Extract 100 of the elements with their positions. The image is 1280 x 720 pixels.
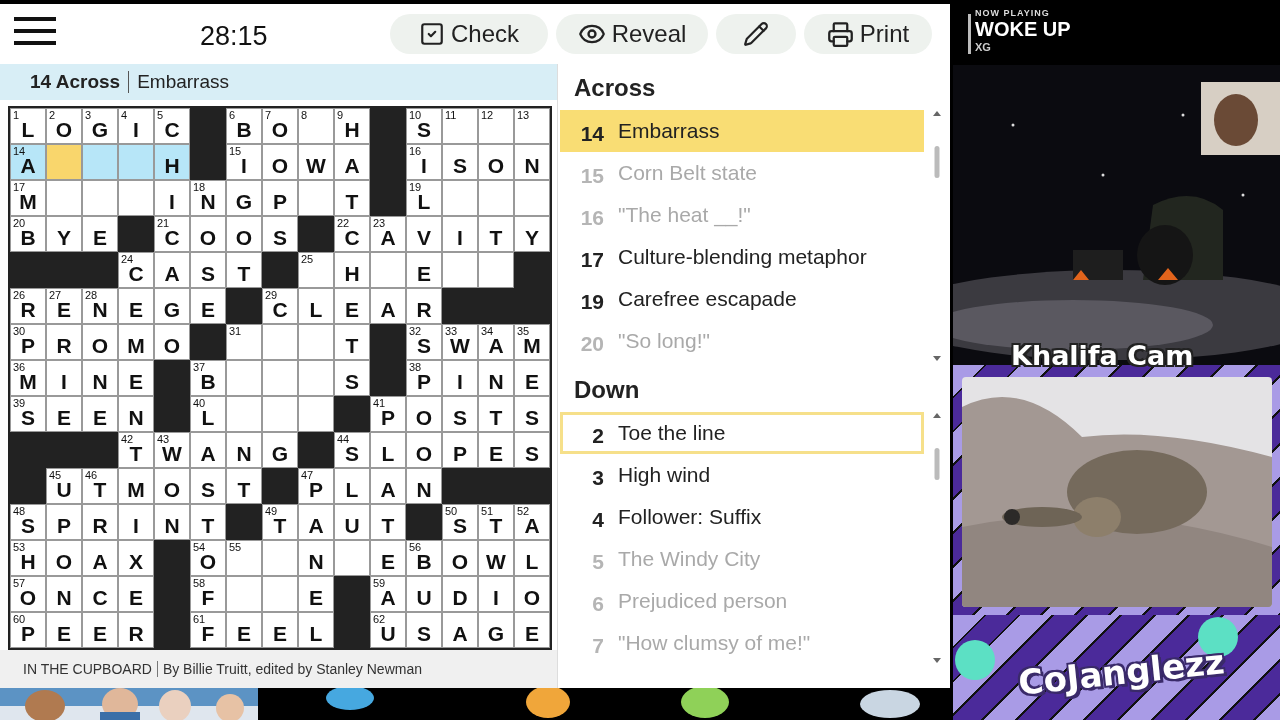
grid-square[interactable]: 41 P bbox=[370, 396, 406, 432]
grid-square[interactable]: O bbox=[82, 324, 118, 360]
menu-icon[interactable] bbox=[14, 17, 56, 45]
grid-square[interactable]: L bbox=[298, 612, 334, 648]
grid-square[interactable]: N bbox=[298, 540, 334, 576]
grid-square[interactable]: 17 M bbox=[10, 180, 46, 216]
grid-square[interactable]: 33 W bbox=[442, 324, 478, 360]
grid-square[interactable] bbox=[46, 180, 82, 216]
grid-square[interactable]: H bbox=[154, 144, 190, 180]
pencil-button[interactable] bbox=[716, 14, 796, 54]
grid-square[interactable]: 50 S bbox=[442, 504, 478, 540]
grid-square[interactable]: 9 H bbox=[334, 108, 370, 144]
grid-square[interactable]: N bbox=[118, 396, 154, 432]
grid-square[interactable]: I bbox=[442, 216, 478, 252]
grid-square[interactable]: O bbox=[478, 144, 514, 180]
grid-square[interactable]: R bbox=[118, 612, 154, 648]
grid-square[interactable] bbox=[226, 576, 262, 612]
grid-square[interactable] bbox=[118, 144, 154, 180]
grid-square[interactable]: D bbox=[442, 576, 478, 612]
grid-square[interactable]: 35 M bbox=[514, 324, 550, 360]
grid-square[interactable]: T bbox=[478, 216, 514, 252]
grid-square[interactable]: O bbox=[154, 324, 190, 360]
clue-item[interactable]: 14 Embarrass bbox=[560, 110, 924, 152]
grid-square[interactable]: R bbox=[406, 288, 442, 324]
grid-square[interactable]: 8 bbox=[298, 108, 334, 144]
grid-square[interactable]: 40 L bbox=[190, 396, 226, 432]
grid-square[interactable]: L bbox=[334, 468, 370, 504]
grid-square[interactable] bbox=[226, 396, 262, 432]
grid-square[interactable]: 56 B bbox=[406, 540, 442, 576]
grid-square[interactable]: 24 C bbox=[118, 252, 154, 288]
grid-square[interactable]: N bbox=[154, 504, 190, 540]
grid-square[interactable]: G bbox=[226, 180, 262, 216]
grid-square[interactable]: 3 G bbox=[82, 108, 118, 144]
grid-square[interactable]: O bbox=[190, 216, 226, 252]
grid-square[interactable]: E bbox=[370, 540, 406, 576]
grid-square[interactable]: I bbox=[46, 360, 82, 396]
grid-square[interactable]: 5 C bbox=[154, 108, 190, 144]
grid-square[interactable]: O bbox=[46, 540, 82, 576]
grid-square[interactable]: G bbox=[154, 288, 190, 324]
grid-square[interactable]: R bbox=[46, 324, 82, 360]
grid-square[interactable]: 6 B bbox=[226, 108, 262, 144]
grid-square[interactable]: E bbox=[514, 360, 550, 396]
grid-square[interactable]: S bbox=[514, 396, 550, 432]
grid-square[interactable] bbox=[298, 180, 334, 216]
grid-square[interactable]: M bbox=[118, 324, 154, 360]
grid-square[interactable]: H bbox=[334, 252, 370, 288]
grid-square[interactable] bbox=[334, 540, 370, 576]
grid-square[interactable]: U bbox=[334, 504, 370, 540]
grid-square[interactable]: A bbox=[370, 468, 406, 504]
grid-square[interactable]: 48 S bbox=[10, 504, 46, 540]
grid-square[interactable]: 16 I bbox=[406, 144, 442, 180]
grid-square[interactable]: Y bbox=[46, 216, 82, 252]
grid-square[interactable]: 30 P bbox=[10, 324, 46, 360]
grid-square[interactable]: P bbox=[262, 180, 298, 216]
grid-square[interactable]: S bbox=[442, 396, 478, 432]
grid-square[interactable]: I bbox=[118, 504, 154, 540]
grid-square[interactable]: 12 bbox=[478, 108, 514, 144]
grid-square[interactable] bbox=[478, 252, 514, 288]
grid-square[interactable]: A bbox=[82, 540, 118, 576]
grid-square[interactable]: 49 T bbox=[262, 504, 298, 540]
grid-square[interactable] bbox=[82, 144, 118, 180]
grid-square[interactable]: S bbox=[406, 612, 442, 648]
grid-square[interactable] bbox=[298, 324, 334, 360]
grid-square[interactable] bbox=[298, 396, 334, 432]
grid-square[interactable]: O bbox=[442, 540, 478, 576]
grid-square[interactable]: E bbox=[82, 216, 118, 252]
grid-square[interactable]: 60 P bbox=[10, 612, 46, 648]
grid-square[interactable]: E bbox=[190, 288, 226, 324]
grid-square[interactable]: G bbox=[478, 612, 514, 648]
grid-square[interactable]: E bbox=[118, 360, 154, 396]
grid-square[interactable]: 47 P bbox=[298, 468, 334, 504]
grid-square[interactable]: 26 R bbox=[10, 288, 46, 324]
grid-square[interactable]: 46 T bbox=[82, 468, 118, 504]
grid-square[interactable]: N bbox=[46, 576, 82, 612]
grid-square[interactable]: T bbox=[226, 252, 262, 288]
grid-square[interactable]: 39 S bbox=[10, 396, 46, 432]
grid-square[interactable]: 10 S bbox=[406, 108, 442, 144]
grid-square[interactable]: 62 U bbox=[370, 612, 406, 648]
grid-square[interactable]: E bbox=[262, 612, 298, 648]
grid-square[interactable]: 31 bbox=[226, 324, 262, 360]
grid-square[interactable]: W bbox=[298, 144, 334, 180]
grid-square[interactable]: E bbox=[226, 612, 262, 648]
grid-square[interactable]: R bbox=[82, 504, 118, 540]
grid-square[interactable]: S bbox=[190, 252, 226, 288]
grid-square[interactable]: 32 S bbox=[406, 324, 442, 360]
grid-square[interactable]: T bbox=[334, 324, 370, 360]
grid-square[interactable]: 1 L bbox=[10, 108, 46, 144]
grid-square[interactable]: 61 F bbox=[190, 612, 226, 648]
grid-square[interactable]: W bbox=[478, 540, 514, 576]
grid-square[interactable]: O bbox=[406, 432, 442, 468]
grid-square[interactable]: N bbox=[478, 360, 514, 396]
grid-square[interactable] bbox=[262, 576, 298, 612]
grid-square[interactable]: 4 I bbox=[118, 108, 154, 144]
grid-square[interactable]: E bbox=[298, 576, 334, 612]
grid-square[interactable]: A bbox=[154, 252, 190, 288]
grid-square[interactable]: S bbox=[262, 216, 298, 252]
grid-square[interactable]: S bbox=[190, 468, 226, 504]
grid-square[interactable]: I bbox=[154, 180, 190, 216]
grid-square[interactable]: S bbox=[514, 432, 550, 468]
grid-square[interactable]: 57 O bbox=[10, 576, 46, 612]
